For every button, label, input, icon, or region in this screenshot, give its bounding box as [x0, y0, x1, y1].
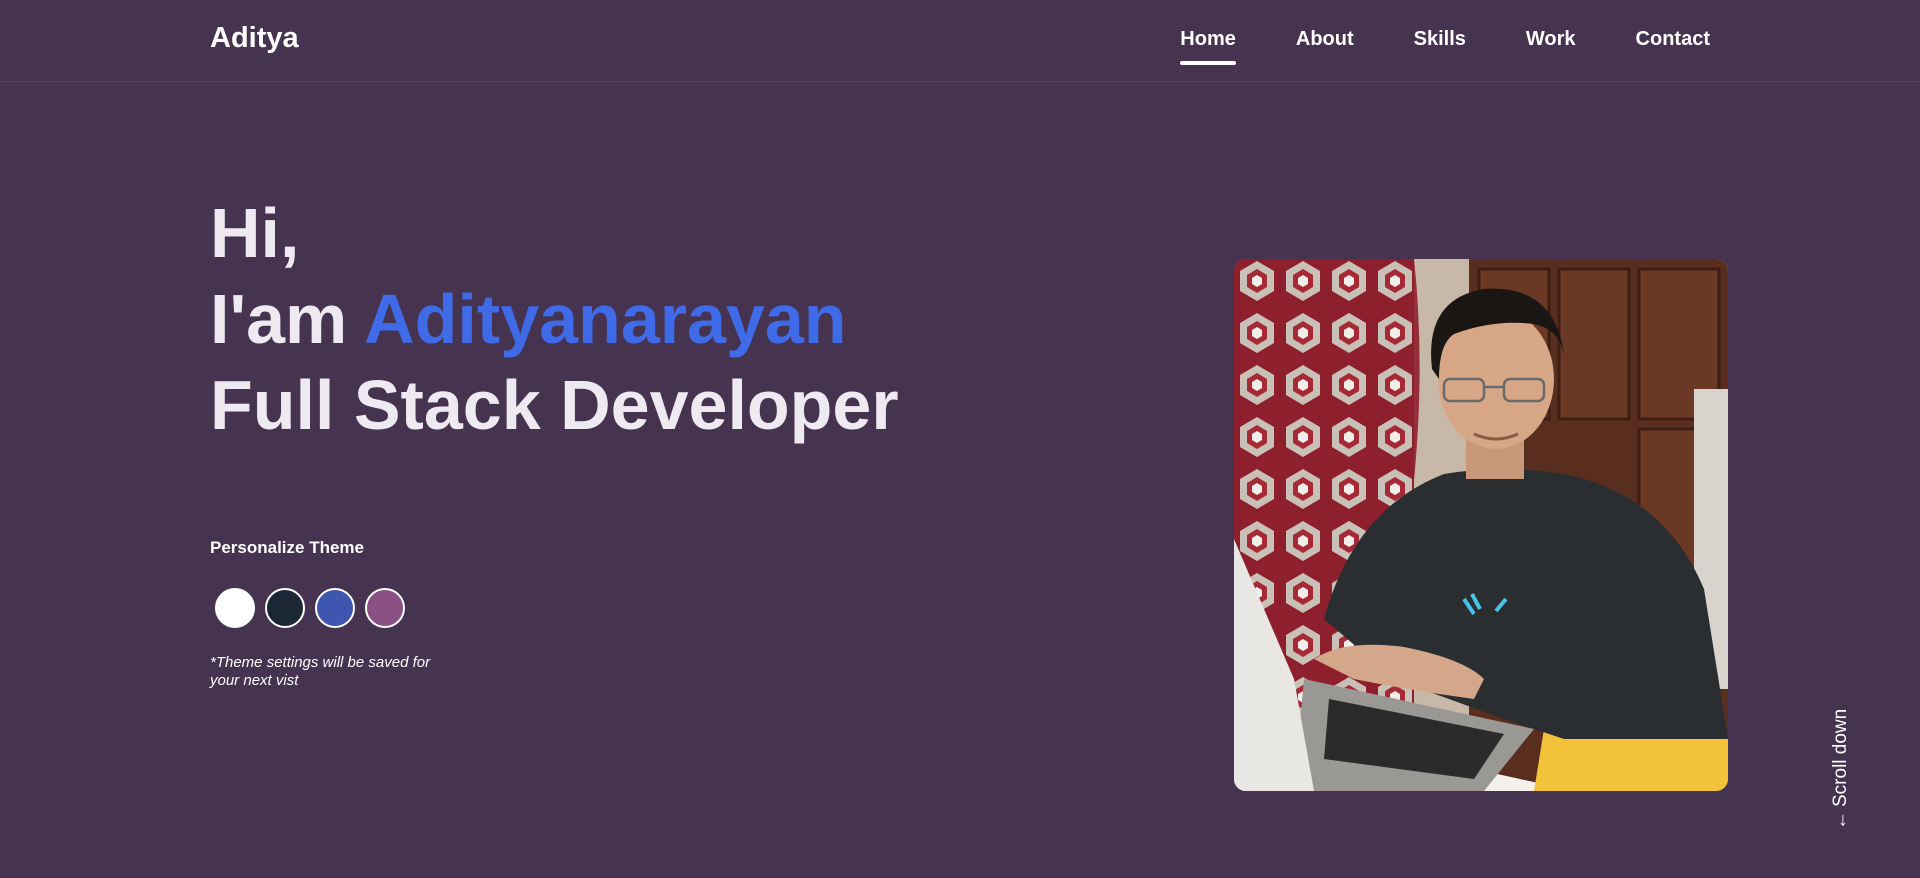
hero-greeting: Hi, [210, 194, 300, 272]
arrow-left-icon: ← [1830, 811, 1851, 830]
scroll-down-label: Scroll down [1830, 708, 1851, 807]
theme-panel: Personalize Theme *Theme settings will b… [210, 538, 470, 690]
navbar: Aditya Home About Skills Work Contact [0, 0, 1920, 82]
theme-swatch-purple[interactable] [365, 588, 405, 628]
nav-link-skills[interactable]: Skills [1414, 28, 1466, 65]
theme-title: Personalize Theme [210, 538, 365, 557]
nav-link-about[interactable]: About [1296, 28, 1354, 65]
profile-photo [1234, 259, 1728, 791]
hero-heading: Hi, I'am Adityanarayan Full Stack Develo… [210, 190, 899, 448]
hero-intro-prefix: I'am [210, 280, 365, 358]
hero-role: Full Stack Developer [210, 366, 899, 444]
hero-intro: I'am Adityanarayan [210, 276, 899, 362]
theme-swatches [215, 588, 470, 628]
nav-links: Home About Skills Work Contact [1180, 28, 1710, 65]
profile-photo-icon [1234, 259, 1728, 791]
nav-link-home[interactable]: Home [1180, 28, 1236, 65]
nav-link-contact[interactable]: Contact [1636, 28, 1710, 65]
hero-name: Adityanarayan [364, 280, 847, 358]
nav-link-work[interactable]: Work [1526, 28, 1576, 65]
brand-logo[interactable]: Aditya [210, 22, 299, 55]
theme-note: *Theme settings will be saved for your n… [210, 654, 431, 689]
theme-swatch-white[interactable] [215, 588, 255, 628]
scroll-down-link[interactable]: ← Scroll down [1830, 709, 1852, 830]
theme-swatch-dark-navy[interactable] [265, 588, 305, 628]
theme-swatch-blue[interactable] [315, 588, 355, 628]
